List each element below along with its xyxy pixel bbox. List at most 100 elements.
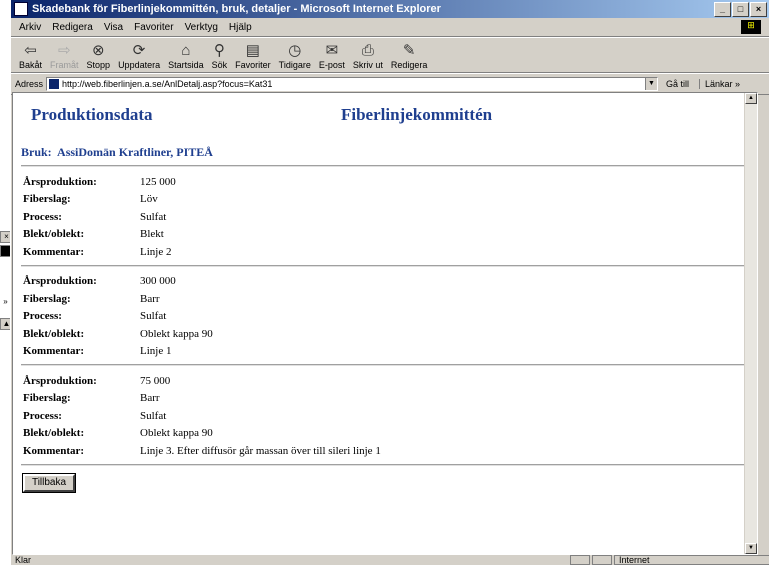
standard-toolbar: ⇦ Bakåt ⇨ Framåt ⊗ Stopp ⟳ Uppdatera ⌂ Startsida ⚲…: [11, 37, 769, 73]
toolbar-button-label: Sök: [211, 60, 228, 70]
ie-app-icon: [14, 2, 28, 16]
field-label-process: Process:: [23, 210, 62, 223]
address-label: Adress: [15, 79, 44, 89]
field-label-fiber: Fiberslag:: [23, 292, 71, 305]
field-row-production: Årsproduktion: 125 000: [23, 173, 751, 191]
field-value-process: Sulfat: [140, 310, 167, 323]
back-button[interactable]: Tillbaka: [23, 473, 75, 492]
production-record: Årsproduktion: 125 000 Fiberslag: Löv Proces…: [23, 173, 751, 261]
toolbar-button-refresh[interactable]: ⟳ Uppdatera: [118, 42, 160, 72]
status-segment: [570, 555, 590, 565]
print-icon: ⎙: [361, 42, 374, 59]
status-bar: Klar Internet: [11, 555, 769, 565]
field-label-process: Process:: [23, 409, 62, 422]
edit-icon: ✎: [402, 42, 416, 59]
field-value-fiber: Löv: [140, 193, 158, 206]
production-record: Årsproduktion: 300 000 Fiberslag: Barr Proce…: [23, 273, 751, 361]
toolbar-button-label: Redigera: [390, 60, 428, 70]
address-input[interactable]: http://web.fiberlinjen.a.se/AnlDetalj.as…: [46, 77, 659, 91]
toolbar-button-search[interactable]: ⚲ Sök: [212, 42, 228, 72]
close-button[interactable]: ×: [750, 1, 767, 17]
favorites-icon: ▤: [245, 42, 260, 59]
toolbar-button-label: Tidigare: [278, 60, 311, 70]
back-arrow-icon: ⇦: [24, 42, 37, 59]
toolbar-button-back-arrow[interactable]: ⇦ Bakåt: [19, 42, 42, 72]
field-row-comment: Kommentar: Linje 3. Efter diffusör går ma…: [23, 442, 751, 460]
mill-line: Bruk: AssiDomän Kraftliner, PITEÅ: [21, 145, 751, 161]
scroll-up-icon[interactable]: ▲: [745, 93, 757, 104]
forward-arrow-icon: ⇨: [57, 42, 71, 59]
toolbar-button-print[interactable]: ⎙ Skriv ut: [353, 42, 383, 72]
field-label-fiber: Fiberslag:: [23, 392, 71, 405]
toolbar-button-mail[interactable]: ✉ E-post: [319, 42, 345, 72]
menu-bar: Arkiv Redigera Visa Favoriter Verktyg Hj…: [11, 18, 769, 37]
maximize-button[interactable]: □: [732, 1, 749, 17]
field-value-bleach: Oblekt kappa 90: [140, 327, 213, 340]
go-button[interactable]: Gå till: [666, 79, 689, 89]
production-records: Årsproduktion: 125 000 Fiberslag: Löv Proces…: [21, 165, 757, 460]
field-label-bleach: Blekt/oblekt:: [23, 427, 85, 440]
committee-title: Fiberlinjekommittén: [341, 105, 493, 124]
minimize-button[interactable]: _: [714, 1, 731, 17]
home-icon: ⌂: [181, 42, 191, 59]
toolbar-button-stop[interactable]: ⊗ Stopp: [87, 42, 111, 72]
toolbar-button-label: Favoriter: [235, 60, 271, 70]
field-value-bleach: Blekt: [140, 228, 164, 241]
field-row-process: Process: Sulfat: [23, 208, 751, 226]
toolbar-button-edit[interactable]: ✎ Redigera: [391, 42, 428, 72]
menu-verktyg[interactable]: Verktyg: [185, 22, 218, 33]
toolbar-button-label: Framåt: [50, 60, 79, 70]
field-label-bleach: Blekt/oblekt:: [23, 228, 85, 241]
field-label-production: Årsproduktion:: [23, 275, 97, 288]
field-value-fiber: Barr: [140, 392, 160, 405]
security-zone: Internet: [614, 555, 769, 565]
field-value-comment: Linje 1: [140, 345, 172, 358]
field-row-fiber: Fiberslag: Barr: [23, 290, 751, 308]
toolbar-button-label: E-post: [318, 60, 345, 70]
history-icon: ◷: [288, 42, 302, 59]
title-bar: Skadebank för Fiberlinjekommittén, bruk,…: [11, 0, 769, 18]
toolbar-button-favorites[interactable]: ▤ Favoriter: [235, 42, 271, 72]
toolbar-button-label: Uppdatera: [118, 60, 161, 70]
windows-logo-icon: ⊞: [741, 20, 761, 34]
toolbar-button-label: Stopp: [86, 60, 111, 70]
field-row-comment: Kommentar: Linje 2: [23, 243, 751, 261]
page-icon: [49, 79, 60, 89]
mail-icon: ✉: [325, 42, 339, 59]
field-value-process: Sulfat: [140, 210, 167, 223]
divider: [21, 463, 757, 466]
field-row-bleach: Blekt/oblekt: Blekt: [23, 226, 751, 244]
divider: [21, 264, 757, 267]
toolbar-button-label: Startsida: [168, 60, 204, 70]
field-label-bleach: Blekt/oblekt:: [23, 327, 85, 340]
toolbar-button-home[interactable]: ⌂ Startsida: [168, 42, 204, 72]
address-url: http://web.fiberlinjen.a.se/AnlDetalj.as…: [62, 79, 273, 89]
vertical-scrollbar[interactable]: ▲ ▼: [744, 93, 757, 554]
heading-row: Produktionsdata Fiberlinjekommittén: [21, 105, 751, 131]
field-row-bleach: Blekt/oblekt: Oblekt kappa 90: [23, 325, 751, 343]
field-value-fiber: Barr: [140, 292, 160, 305]
production-record: Årsproduktion: 75 000 Fiberslag: Barr Proces…: [23, 372, 751, 460]
field-label-comment: Kommentar:: [23, 245, 85, 258]
menu-arkiv[interactable]: Arkiv: [19, 22, 41, 33]
toolbar-button-history[interactable]: ◷ Tidigare: [279, 42, 311, 72]
divider: [21, 165, 757, 167]
field-label-comment: Kommentar:: [23, 444, 85, 457]
divider: [21, 364, 757, 366]
stop-icon: ⊗: [92, 42, 105, 59]
menu-redigera[interactable]: Redigera: [52, 22, 93, 33]
toolbar-button-label: Skriv ut: [352, 60, 383, 70]
menu-hjalp[interactable]: Hjälp: [229, 22, 252, 33]
window-title: Skadebank för Fiberlinjekommittén, bruk,…: [32, 3, 441, 15]
menu-favoriter[interactable]: Favoriter: [134, 22, 173, 33]
status-text: Klar: [15, 555, 32, 565]
menu-visa[interactable]: Visa: [104, 22, 123, 33]
toolbar-button-forward-arrow[interactable]: ⇨ Framåt: [50, 42, 79, 72]
scroll-down-icon[interactable]: ▼: [745, 543, 757, 554]
refresh-icon: ⟳: [132, 42, 146, 59]
field-label-process: Process:: [23, 310, 62, 323]
links-button[interactable]: Länkar »: [699, 79, 740, 89]
address-dropdown-icon[interactable]: ▼: [645, 78, 658, 90]
field-label-production: Årsproduktion:: [23, 175, 97, 188]
search-icon: ⚲: [213, 42, 225, 59]
